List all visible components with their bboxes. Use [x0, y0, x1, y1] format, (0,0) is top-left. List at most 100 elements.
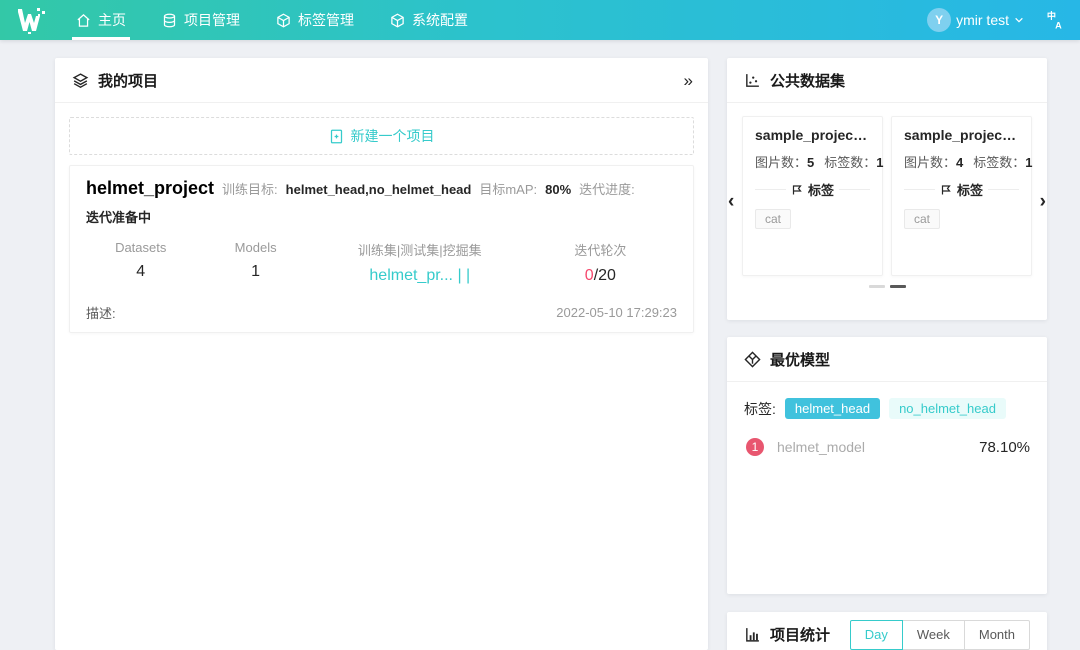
train-goal-value: helmet_head,no_helmet_head [286, 182, 472, 197]
top-navbar: 主页 项目管理 标签管理 系统配置 [0, 0, 1080, 40]
description-label: 描述: [86, 303, 116, 322]
carousel-prev-icon[interactable]: ‹ [728, 191, 734, 213]
nav-item-project-management[interactable]: 项目管理 [148, 0, 254, 40]
keyword-count: 标签数：1 [824, 152, 883, 171]
stat-datasets-link: 训练集|测试集|挖掘集 helmet_pr... | | [316, 240, 524, 285]
rank-badge: 1 [746, 438, 764, 456]
dataset-card[interactable]: sample_project_No... 图片数：4 标签数：1 标签 cat [891, 116, 1032, 276]
tags-label: 标签: [744, 399, 776, 419]
project-card[interactable]: helmet_project 训练目标: helmet_head,no_helm… [69, 165, 694, 333]
nav-item-home[interactable]: 主页 [62, 0, 140, 40]
flag-icon [940, 184, 952, 196]
stat-label: 训练集|测试集|挖掘集 [316, 240, 524, 259]
svg-text:A: A [1055, 20, 1062, 30]
tag-helmet-head[interactable]: helmet_head [785, 398, 880, 419]
model-name: helmet_model [777, 439, 979, 455]
new-project-label: 新建一个项目 [351, 126, 435, 146]
nav-item-label: 系统配置 [412, 10, 468, 30]
project-card-footer: 描述: 2022-05-10 17:29:23 [86, 303, 677, 322]
nav-item-label: 标签管理 [298, 10, 354, 30]
target-map-value: 80% [545, 182, 571, 197]
carousel-indicator [742, 285, 1032, 288]
cube-icon [390, 13, 405, 28]
carousel-dot-active[interactable] [890, 285, 906, 288]
best-models-header: 最优模型 [727, 337, 1047, 382]
training-set-link[interactable]: helmet_pr... | | [316, 267, 524, 285]
nav-menu: 主页 项目管理 标签管理 系统配置 [62, 0, 490, 40]
language-switch-icon[interactable]: 中 A [1046, 10, 1066, 30]
best-models-panel: 最优模型 标签: helmet_head no_helmet_head 1 he… [727, 337, 1047, 594]
collapse-panel-button[interactable]: » [684, 72, 691, 89]
nav-item-label: 主页 [98, 10, 126, 30]
tag-no-helmet-head[interactable]: no_helmet_head [889, 398, 1006, 419]
best-models-body: 标签: helmet_head no_helmet_head 1 helmet_… [727, 382, 1047, 472]
cube-icon [276, 13, 291, 28]
stat-value: 0/20 [524, 267, 677, 285]
project-statistics-panel: 项目统计 Day Week Month [727, 612, 1047, 650]
stat-iterations: 迭代轮次 0/20 [524, 240, 677, 285]
target-map-label: 目标mAP: [479, 179, 537, 198]
project-statistics-header: 项目统计 Day Week Month [727, 612, 1047, 650]
carousel-next-icon[interactable]: › [1040, 191, 1046, 213]
stat-label: Models [195, 240, 315, 255]
range-button-month[interactable]: Month [964, 620, 1030, 650]
my-projects-title: 我的项目 [98, 70, 158, 91]
ymir-logo[interactable] [0, 6, 62, 34]
nav-item-label: 项目管理 [184, 10, 240, 30]
user-menu[interactable]: Y ymir test [927, 8, 1024, 32]
iteration-total: /20 [594, 267, 616, 284]
time-range-selector: Day Week Month [850, 620, 1030, 650]
keyword-count: 标签数：1 [973, 152, 1032, 171]
chevron-down-icon [1014, 15, 1024, 25]
database-icon [162, 13, 177, 28]
stat-label: 迭代轮次 [524, 240, 677, 259]
dataset-cards: sample_project_No... 图片数：5 标签数：1 标签 cat … [742, 116, 1032, 276]
nav-item-system-config[interactable]: 系统配置 [376, 0, 482, 40]
range-button-week[interactable]: Week [902, 620, 965, 650]
project-stats-row: Datasets 4 Models 1 训练集|测试集|挖掘集 helmet_p… [86, 240, 677, 285]
model-cube-icon [744, 351, 761, 368]
file-add-icon [329, 129, 344, 144]
tags-divider-label: 标签 [957, 180, 983, 199]
public-datasets-header: 公共数据集 [727, 58, 1047, 103]
user-name: ymir test [956, 12, 1009, 28]
public-datasets-panel: 公共数据集 sample_project_No... 图片数：5 标签数：1 标… [727, 58, 1047, 320]
ymir-logo-icon [14, 6, 48, 34]
stat-models: Models 1 [195, 240, 315, 285]
iteration-progress-label: 迭代进度: [579, 179, 635, 198]
model-list-item[interactable]: 1 helmet_model 78.10% [744, 438, 1030, 456]
public-datasets-body: sample_project_No... 图片数：5 标签数：1 标签 cat … [727, 103, 1047, 288]
layers-icon [72, 72, 89, 89]
tags-divider: 标签 [755, 180, 870, 199]
bar-chart-icon [744, 626, 761, 643]
dataset-card[interactable]: sample_project_No... 图片数：5 标签数：1 标签 cat [742, 116, 883, 276]
my-projects-header: 我的项目 » [55, 58, 708, 103]
image-count: 图片数：4 [904, 152, 963, 171]
tags-divider-label: 标签 [808, 180, 834, 199]
range-button-day[interactable]: Day [850, 620, 903, 650]
stat-value: 4 [86, 263, 195, 281]
stat-label: Datasets [86, 240, 195, 255]
dataset-tag: cat [904, 209, 940, 229]
home-icon [76, 13, 91, 28]
project-title-row: helmet_project 训练目标: helmet_head,no_helm… [86, 178, 677, 226]
page: 主页 项目管理 标签管理 系统配置 [0, 0, 1080, 650]
image-count: 图片数：5 [755, 152, 814, 171]
avatar: Y [927, 8, 951, 32]
dataset-counts: 图片数：5 标签数：1 [755, 152, 870, 171]
dataset-counts: 图片数：4 标签数：1 [904, 152, 1019, 171]
project-timestamp: 2022-05-10 17:29:23 [556, 305, 677, 320]
my-projects-body: 新建一个项目 helmet_project 训练目标: helmet_head,… [55, 103, 708, 347]
nav-item-label-management[interactable]: 标签管理 [262, 0, 368, 40]
navbar-right: Y ymir test 中 A [927, 8, 1080, 32]
dataset-name: sample_project_No... [904, 127, 1019, 143]
iteration-progress-value: 迭代准备中 [86, 207, 151, 226]
tags-divider: 标签 [904, 180, 1019, 199]
new-project-button[interactable]: 新建一个项目 [69, 117, 694, 155]
public-datasets-title: 公共数据集 [770, 70, 845, 91]
dot-chart-icon [744, 72, 761, 89]
stat-value: 1 [195, 263, 315, 281]
project-name[interactable]: helmet_project [86, 178, 214, 199]
iteration-current: 0 [585, 267, 594, 284]
carousel-dot[interactable] [869, 285, 885, 288]
